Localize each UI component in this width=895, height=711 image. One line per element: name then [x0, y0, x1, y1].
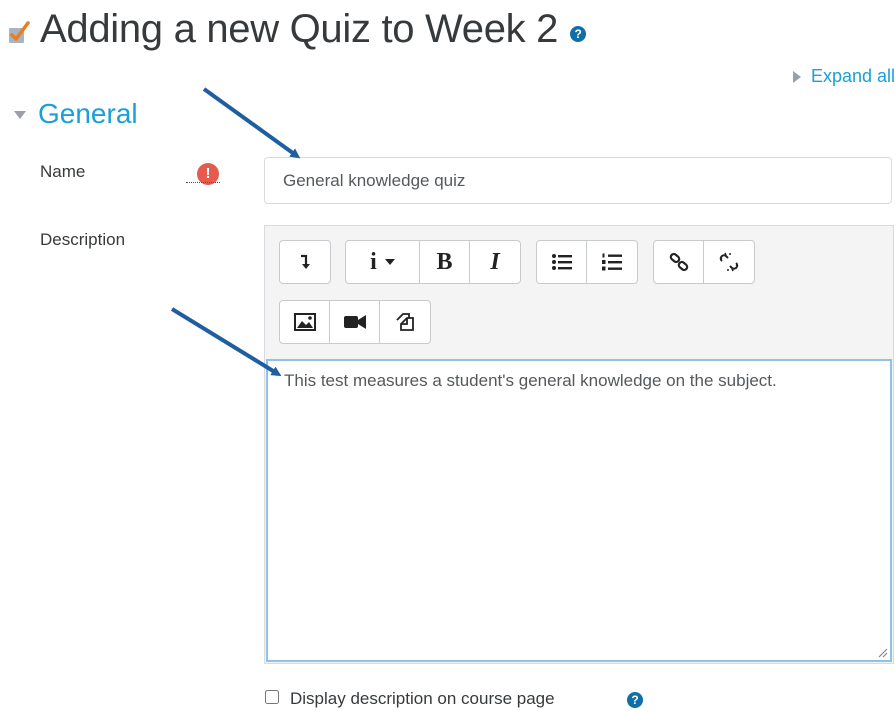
- toolbar-group-5: [279, 300, 431, 344]
- section-general-toggle[interactable]: General: [14, 98, 138, 130]
- manage-files-button[interactable]: [380, 301, 430, 343]
- image-icon: [293, 313, 316, 331]
- copy-files-icon: [396, 313, 414, 331]
- page-title: Adding a new Quiz to Week 2: [40, 6, 559, 51]
- insert-media-button[interactable]: [330, 301, 380, 343]
- quiz-icon: [9, 21, 30, 43]
- description-editor: i B I This test measures a student's gen…: [264, 225, 894, 664]
- ordered-list-button[interactable]: [587, 241, 637, 283]
- expand-all-link[interactable]: Expand all: [792, 66, 895, 87]
- unordered-list-button[interactable]: [537, 241, 587, 283]
- paragraph-styles-button[interactable]: i: [346, 241, 420, 283]
- bold-icon: B: [436, 248, 453, 275]
- toolbar-toggle-icon: [301, 254, 310, 269]
- help-icon[interactable]: ?: [627, 692, 643, 708]
- arrow-to-description: [170, 307, 282, 377]
- page-header: Adding a new Quiz to Week 2 ?: [6, 4, 587, 54]
- arrow-to-name: [202, 87, 301, 159]
- description-text: This test measures a student's general k…: [284, 371, 777, 390]
- info-icon: i: [370, 248, 377, 275]
- toolbar-group-3: [536, 240, 638, 284]
- toolbar-group-1: [279, 240, 331, 284]
- unlink-button[interactable]: [704, 241, 754, 283]
- name-label: Name: [40, 162, 86, 181]
- unordered-list-icon: [551, 254, 572, 270]
- insert-image-button[interactable]: [280, 301, 330, 343]
- help-icon[interactable]: ?: [570, 26, 587, 42]
- bold-button[interactable]: B: [420, 241, 470, 283]
- display-description-checkbox[interactable]: [265, 690, 279, 704]
- toolbar-group-4: [653, 240, 755, 284]
- display-description-label: Display description on course page: [290, 689, 555, 708]
- chevron-down-icon: [384, 259, 395, 265]
- required-underline: [186, 182, 220, 183]
- section-title: General: [38, 98, 138, 129]
- link-button[interactable]: [654, 241, 704, 283]
- expand-triangle-icon: [792, 70, 801, 83]
- toggle-toolbar-button[interactable]: [280, 241, 330, 283]
- italic-icon: I: [490, 248, 500, 275]
- expand-all-label: Expand all: [810, 66, 895, 86]
- toolbar-group-2: i B I: [345, 240, 521, 284]
- description-label: Description: [40, 230, 126, 249]
- name-input[interactable]: [264, 157, 892, 204]
- ordered-list-icon: [602, 253, 622, 271]
- italic-button[interactable]: I: [470, 241, 520, 283]
- video-camera-icon: [343, 315, 366, 329]
- unlink-icon: [719, 252, 739, 272]
- collapse-triangle-icon: [14, 111, 26, 119]
- description-textarea[interactable]: This test measures a student's general k…: [266, 359, 892, 662]
- resize-handle-icon[interactable]: [876, 646, 888, 658]
- link-icon: [669, 252, 688, 272]
